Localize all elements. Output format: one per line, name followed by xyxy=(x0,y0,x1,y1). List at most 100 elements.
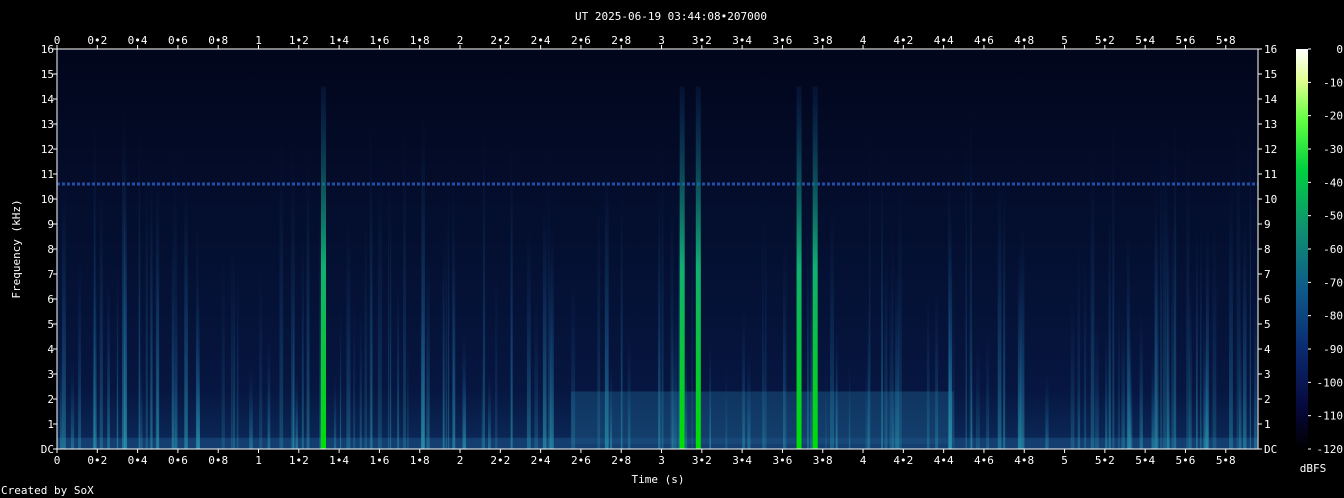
x-tick-label-bottom: 0•8 xyxy=(208,454,228,467)
strong-event-streak xyxy=(679,86,685,449)
transient-streak xyxy=(145,154,148,450)
transient-streak xyxy=(1139,312,1143,449)
transient-streak xyxy=(236,255,239,449)
transient-streak xyxy=(848,357,851,449)
spectrogram-chart: UT 2025-06-19 03:44:08•207000 0 0 0•2 0•2 0•… xyxy=(10,10,1343,486)
colorbar-tick-label: -70 xyxy=(1323,276,1343,289)
x-tick-label-top: 1•2 xyxy=(289,34,309,47)
x-tick-label-top: 4•2 xyxy=(893,34,913,47)
transient-streak xyxy=(949,201,953,449)
x-tick-label-top: 2•4 xyxy=(531,34,551,47)
transient-streak xyxy=(534,295,539,449)
y-tick-label-left: 10 xyxy=(41,193,54,206)
transient-streak xyxy=(488,372,491,449)
y-tick-label-left: 6 xyxy=(47,293,54,306)
y-tick-label-left: 3 xyxy=(47,368,54,381)
transient-streak xyxy=(1242,214,1247,449)
colorbar-tick-label: -40 xyxy=(1323,176,1343,189)
transient-streak xyxy=(403,122,406,449)
y-tick-label-left: 1 xyxy=(47,418,54,431)
y-tick-label-right: 11 xyxy=(1264,168,1277,181)
transient-streak xyxy=(107,274,110,449)
transient-streak xyxy=(510,141,513,450)
y-tick-label-right: 3 xyxy=(1264,368,1271,381)
x-tick-label-top: 1•8 xyxy=(410,34,430,47)
x-tick-label-bottom: 2•4 xyxy=(531,454,551,467)
x-tick-label-top: 5•2 xyxy=(1095,34,1115,47)
y-tick-label-left: 11 xyxy=(41,168,54,181)
transient-streak xyxy=(421,110,425,450)
transient-streak xyxy=(881,153,883,449)
y-tick-label-right: 14 xyxy=(1264,93,1278,106)
transient-streak xyxy=(495,256,498,449)
x-tick-label-top: 5•6 xyxy=(1176,34,1196,47)
transient-streak xyxy=(806,212,809,449)
transient-streak xyxy=(747,353,751,449)
y-tick-label-right: 6 xyxy=(1264,293,1271,306)
x-tick-label-top: 0•8 xyxy=(208,34,228,47)
x-tick-label-bottom: 5•4 xyxy=(1135,454,1155,467)
x-tick-label-top: 0•2 xyxy=(87,34,107,47)
x-tick-label-top: 4 xyxy=(860,34,867,47)
transient-streak xyxy=(542,199,547,449)
x-tick-label-top: 3 xyxy=(658,34,665,47)
colorbar-tick-label: 0 xyxy=(1336,43,1343,56)
transient-streak xyxy=(140,361,143,449)
transient-streak xyxy=(306,151,310,449)
transient-streak xyxy=(1154,210,1159,449)
transient-streak xyxy=(175,288,178,449)
transient-streak xyxy=(1229,177,1233,449)
transient-streak xyxy=(895,265,899,449)
y-tick-label-right: 12 xyxy=(1264,143,1277,156)
transient-streak xyxy=(1212,214,1217,449)
y-tick-label-left: 2 xyxy=(47,393,54,406)
transient-streak xyxy=(150,167,153,449)
y-tick-label-right: 4 xyxy=(1264,343,1271,356)
transient-streak xyxy=(301,232,304,449)
x-tick-label-bottom: 3•6 xyxy=(772,454,792,467)
transient-streak xyxy=(369,109,372,450)
transient-streak xyxy=(670,177,674,449)
y-tick-label-right: 10 xyxy=(1264,193,1277,206)
transient-streak xyxy=(156,241,159,449)
colorbar-tick-label: -90 xyxy=(1323,343,1343,356)
transient-streak xyxy=(481,354,484,449)
y-tick-label-left: 12 xyxy=(41,143,54,156)
transient-streak xyxy=(997,171,1002,450)
y-tick-label-right: 1 xyxy=(1264,418,1271,431)
x-tick-label-top: 1 xyxy=(255,34,262,47)
x-axis-label: Time (s) xyxy=(632,473,685,486)
transient-streak xyxy=(604,165,609,449)
transient-streak xyxy=(1105,330,1108,449)
x-tick-label-bottom: 3•8 xyxy=(813,454,833,467)
transient-streak xyxy=(892,367,895,449)
transient-streak xyxy=(333,371,337,449)
transient-streak xyxy=(92,269,97,449)
y-tick-label-left: 16 xyxy=(41,43,54,56)
x-tick-label-bottom: 1•2 xyxy=(289,454,309,467)
x-tick-label-top: 5•8 xyxy=(1216,34,1236,47)
transient-streak xyxy=(1162,133,1166,449)
transient-streak xyxy=(765,194,767,449)
transient-streak xyxy=(452,151,455,449)
transient-streak xyxy=(1077,231,1081,449)
x-tick-label-top: 0•4 xyxy=(128,34,148,47)
transient-streak xyxy=(1045,370,1049,449)
transient-streak xyxy=(1084,251,1087,449)
colorbar-tick-label: -50 xyxy=(1323,210,1343,223)
transient-streak xyxy=(742,307,745,449)
x-tick-label-top: 3•2 xyxy=(692,34,712,47)
transient-streak xyxy=(1112,106,1115,450)
transient-streak xyxy=(442,235,445,449)
x-tick-label-bottom: 5 xyxy=(1061,454,1068,467)
transient-streak xyxy=(279,135,284,450)
transient-streak xyxy=(1254,289,1257,449)
x-tick-label-top: 2 xyxy=(457,34,464,47)
transient-streak xyxy=(249,366,253,449)
y-tick-label-left: 8 xyxy=(47,243,54,256)
transient-streak xyxy=(267,334,271,449)
x-tick-label-bottom: 1 xyxy=(255,454,262,467)
transient-streak xyxy=(353,294,356,449)
x-tick-label-bottom: 5•8 xyxy=(1216,454,1236,467)
transient-streak xyxy=(976,336,980,449)
